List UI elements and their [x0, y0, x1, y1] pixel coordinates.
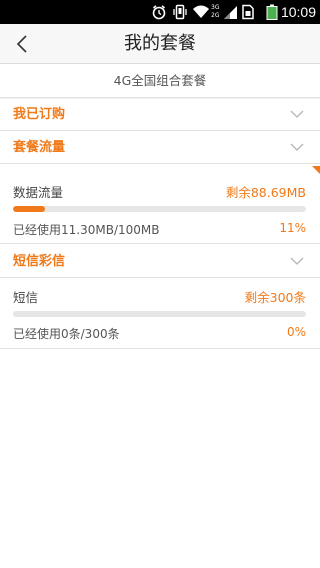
- data-usage-card: 数据流量 剩余88.69MB 已经使用11.30MB/100MB 11%: [0, 165, 320, 244]
- status-bar: 3G 2G 10:09: [0, 0, 320, 24]
- network-type-label: 3G 2G: [211, 4, 220, 19]
- sms-usage-card: 短信 剩余300条 已经使用0条/300条 0%: [0, 279, 320, 349]
- wifi-icon: [193, 5, 209, 18]
- section-title: 我已订购: [13, 107, 66, 122]
- data-used-percent: 11%: [279, 221, 306, 235]
- alarm-icon: [152, 5, 166, 20]
- section-sms-mms[interactable]: 短信彩信: [0, 246, 320, 278]
- sms-usage-progress: [13, 311, 306, 317]
- sms-used-percent: 0%: [286, 325, 306, 339]
- sms-usage-label: 短信: [13, 290, 39, 305]
- back-button[interactable]: [8, 30, 36, 58]
- plan-name: 4G全国组合套餐: [0, 64, 320, 98]
- data-remaining: 剩余88.69MB: [225, 185, 306, 200]
- data-usage-progress-fill: [13, 206, 46, 212]
- section-title: 短信彩信: [13, 254, 66, 269]
- page-title: 我的套餐: [124, 33, 196, 54]
- sms-remaining: 剩余300条: [244, 290, 306, 305]
- section-title: 套餐流量: [13, 140, 66, 155]
- section-subscribed[interactable]: 我已订购: [0, 99, 320, 131]
- battery-icon: [266, 4, 278, 20]
- data-used-text: 已经使用11.30MB/100MB: [13, 223, 160, 237]
- signal-icon: [224, 6, 237, 19]
- data-usage-label: 数据流量: [13, 185, 64, 200]
- vibrate-icon: [173, 4, 187, 20]
- corner-marker: [312, 166, 320, 174]
- chevron-down-icon: [290, 143, 304, 151]
- data-usage-progress: [13, 206, 306, 212]
- section-package-data[interactable]: 套餐流量: [0, 132, 320, 164]
- chevron-down-icon: [290, 110, 304, 118]
- app-header: 我的套餐: [0, 24, 320, 64]
- clock-time: 10:09: [280, 4, 316, 20]
- chevron-down-icon: [290, 257, 304, 265]
- chevron-left-icon: [16, 35, 27, 53]
- sim-icon: [242, 4, 254, 20]
- sms-used-text: 已经使用0条/300条: [13, 327, 120, 341]
